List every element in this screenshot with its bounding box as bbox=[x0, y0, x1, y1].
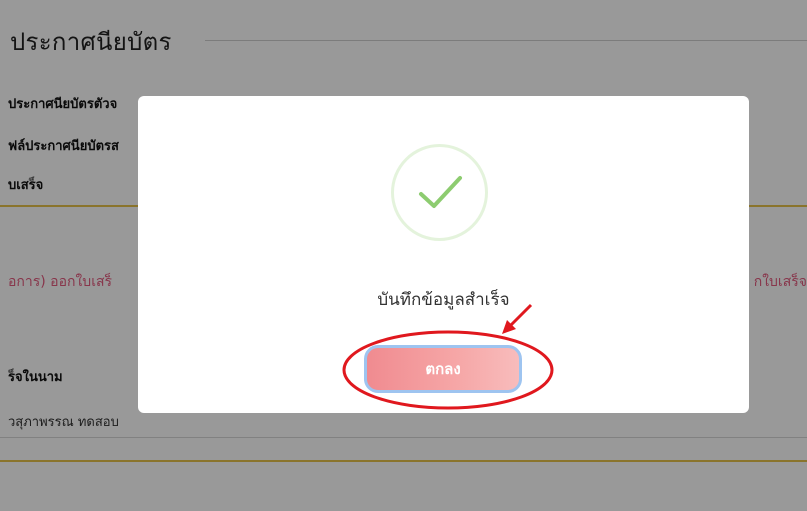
success-icon-circle bbox=[391, 144, 488, 241]
success-message: บันทึกข้อมูลสำเร็จ bbox=[377, 290, 510, 310]
success-dialog: บันทึกข้อมูลสำเร็จ ตกลง bbox=[138, 96, 749, 413]
check-icon bbox=[419, 176, 462, 208]
ok-button[interactable]: ตกลง bbox=[364, 345, 522, 393]
